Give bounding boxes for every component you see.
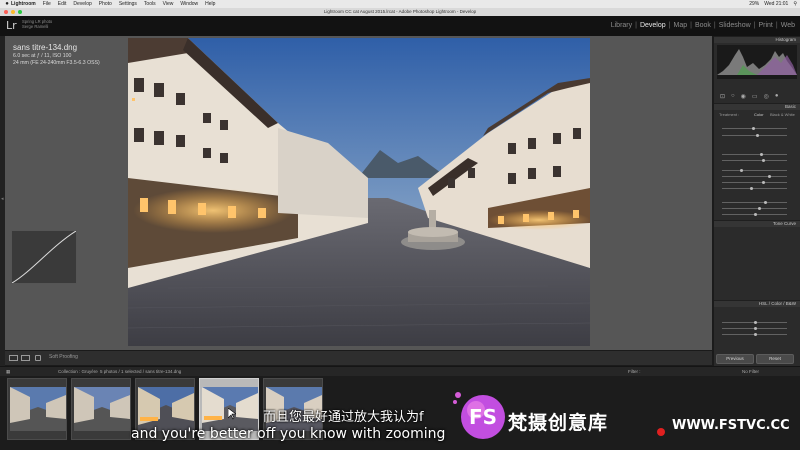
soft-proofing-label: Soft Proofing <box>49 354 78 360</box>
module-library[interactable]: Library <box>608 22 635 29</box>
window-titlebar: Lightroom CC cat August 2015.lrcat - Ado… <box>0 8 800 16</box>
watermark-url: WWW.FSTVC.CC <box>672 418 790 433</box>
module-picker: Library | Develop | Map | Book | Slideshow | … <box>608 22 798 29</box>
module-print[interactable]: Print <box>755 22 775 29</box>
treatment-bw[interactable]: Black & White <box>770 112 795 117</box>
expand-left-icon[interactable]: ◂ <box>1 196 4 202</box>
contrast-slider[interactable] <box>722 158 787 162</box>
previous-button[interactable]: Previous <box>716 354 754 364</box>
image-toolbar: Soft Proofing <box>5 350 712 365</box>
menu-tools[interactable]: Tools <box>144 0 156 8</box>
graduated-filter-icon[interactable]: ▭ <box>752 93 758 100</box>
loupe-view-icon[interactable] <box>9 355 18 361</box>
module-map[interactable]: Map <box>670 22 690 29</box>
photo-preview[interactable] <box>128 38 590 346</box>
hsl-orange-slider[interactable] <box>722 326 787 330</box>
before-after-icon[interactable] <box>21 355 30 361</box>
treatment-color[interactable]: Color <box>754 112 764 117</box>
menu-file[interactable]: File <box>43 0 51 8</box>
treatment-label: Treatment : <box>719 112 740 117</box>
grid-view-icon[interactable]: ▦ <box>6 369 10 375</box>
menu-photo[interactable]: Photo <box>99 0 112 8</box>
zoom-window-button[interactable] <box>18 10 22 14</box>
adjustment-brush-icon[interactable]: ● <box>775 93 779 100</box>
photo-filename: sans titre-134.dng <box>13 43 78 52</box>
collection-label[interactable]: Collection : Gruyère <box>58 369 98 374</box>
reset-button[interactable]: Reset <box>756 354 794 364</box>
hsl-header[interactable]: HSL / Color / B&W <box>714 300 800 307</box>
shadows-slider[interactable] <box>722 174 787 178</box>
window-title: Lightroom CC cat August 2015.lrcat - Ado… <box>323 9 477 14</box>
lightroom-logo: Lr <box>6 19 17 32</box>
menu-develop[interactable]: Develop <box>73 0 91 8</box>
minimize-window-button[interactable] <box>11 10 15 14</box>
histogram-header[interactable]: Histogram <box>714 36 800 43</box>
watermark-name: 梵摄创意库 <box>508 412 609 434</box>
develop-tool-strip: ⊡ ○ ◉ ▭ ◎ ● <box>720 93 778 100</box>
module-develop[interactable]: Develop <box>637 22 669 29</box>
tone-curve-graph[interactable] <box>11 230 77 284</box>
battery-status[interactable]: 29% <box>749 0 759 8</box>
svg-text:FS: FS <box>469 405 497 429</box>
histogram <box>717 45 797 79</box>
module-slideshow[interactable]: Slideshow <box>716 22 754 29</box>
spot-removal-icon[interactable]: ○ <box>731 93 735 100</box>
module-web[interactable]: Web <box>778 22 798 29</box>
radial-filter-icon[interactable]: ◎ <box>764 93 769 100</box>
vibrance-slider[interactable] <box>722 206 787 210</box>
exposure-slider[interactable] <box>722 152 787 156</box>
temp-slider[interactable] <box>722 126 787 130</box>
basic-header[interactable]: Basic <box>714 103 800 110</box>
tint-slider[interactable] <box>722 133 787 137</box>
menu-window[interactable]: Window <box>180 0 198 8</box>
selection-count: 5 photos / 1 selected / sans titre-134.d… <box>100 369 182 374</box>
menubar-clock[interactable]: Wed 21:01 <box>764 0 788 8</box>
clarity-slider[interactable] <box>722 200 787 204</box>
menu-view[interactable]: View <box>163 0 174 8</box>
red-eye-icon[interactable]: ◉ <box>741 93 746 100</box>
soft-proofing-checkbox[interactable] <box>35 355 41 361</box>
close-window-button[interactable] <box>4 10 8 14</box>
menu-settings[interactable]: Settings <box>119 0 137 8</box>
menu-app[interactable]: Lightroom <box>11 0 36 8</box>
whites-slider[interactable] <box>722 180 787 184</box>
develop-right-panel: Histogram ⊡ ○ ◉ ▭ ◎ ● Basic Treatment : Col… <box>714 36 800 366</box>
photo-lens: 24 mm (FE 24-240mm F3.5-6.3 OSS) <box>13 59 100 66</box>
tone-curve-header[interactable]: Tone Curve <box>714 220 800 227</box>
identity-name: Spring LR photo Serge Ramelli <box>22 19 53 29</box>
menu-bar: ● Lightroom File Edit Develop Photo Sett… <box>0 0 800 8</box>
crop-tool-icon[interactable]: ⊡ <box>720 93 725 100</box>
photo-info-overlay: sans titre-134.dng 6.0 sec at ƒ / 11, IS… <box>13 43 100 66</box>
filter-select[interactable]: No Filter <box>742 369 759 374</box>
watermark-logo: FS <box>453 392 665 439</box>
subtitle-english: and you're better off you know with zoom… <box>131 426 446 442</box>
filmstrip-thumb[interactable] <box>7 378 67 440</box>
module-book[interactable]: Book <box>692 22 714 29</box>
spotlight-icon[interactable]: ⚲ <box>793 0 797 8</box>
filter-label: Filter : <box>628 369 641 374</box>
apple-icon[interactable]: ● <box>3 0 11 8</box>
town-square-photo <box>128 38 590 346</box>
mouse-cursor-icon <box>228 408 236 420</box>
menu-help[interactable]: Help <box>205 0 215 8</box>
filmstrip-thumb[interactable] <box>71 378 131 440</box>
hsl-red-slider[interactable] <box>722 320 787 324</box>
blacks-slider[interactable] <box>722 186 787 190</box>
saturation-slider[interactable] <box>722 212 787 216</box>
subtitle-chinese: 而且您最好通过放大我认为f <box>263 410 424 425</box>
highlights-slider[interactable] <box>722 168 787 172</box>
hsl-yellow-slider[interactable] <box>722 332 787 336</box>
menu-edit[interactable]: Edit <box>58 0 67 8</box>
